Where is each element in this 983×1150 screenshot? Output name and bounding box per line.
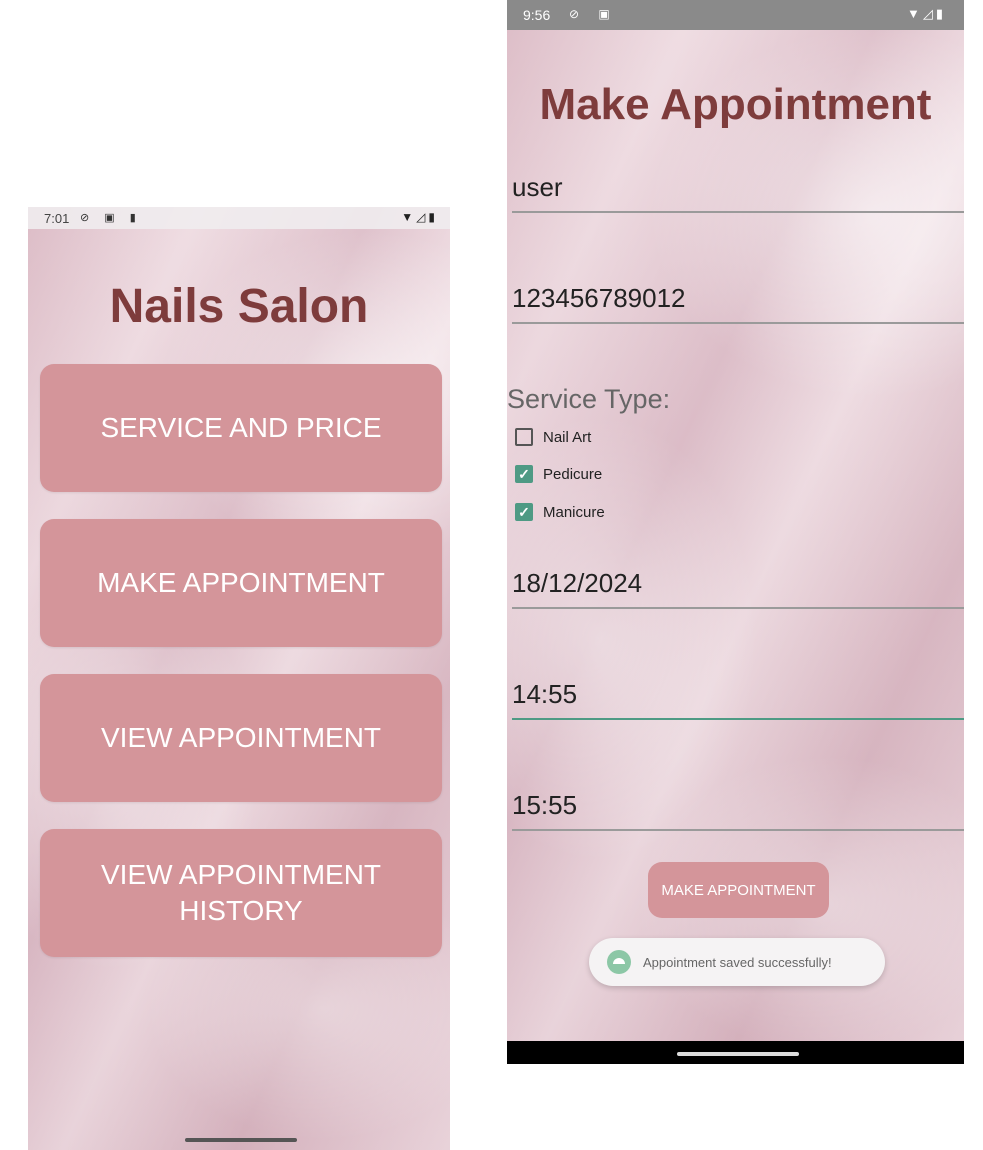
page-title: Nails Salon (109, 280, 369, 333)
start-time-value: 14:55 (512, 679, 578, 709)
toast-notification: Appointment saved successfully! (589, 938, 885, 986)
home-indicator[interactable] (677, 1052, 799, 1056)
service-and-price-button[interactable]: SERVICE AND PRICE (40, 364, 442, 492)
start-time-field[interactable]: 14:55 (512, 672, 964, 720)
status-time: 7:01 (44, 211, 70, 226)
notification-icons: ⊘ ▣ ▮ (80, 212, 142, 224)
phone-value: 123456789012 (512, 283, 686, 313)
app-icon (607, 950, 631, 974)
service-type-label: Service Type: (507, 384, 671, 414)
toast-message: Appointment saved successfully! (643, 954, 832, 970)
end-time-field[interactable]: 15:55 (512, 783, 964, 831)
date-field[interactable]: 18/12/2024 (512, 561, 964, 609)
navigation-bar (507, 1041, 964, 1064)
home-indicator[interactable] (185, 1138, 297, 1142)
page-title: Make Appointment (539, 80, 932, 129)
service-option-pedicure[interactable]: ✓ Pedicure (515, 461, 602, 487)
service-option-nail-art[interactable]: Nail Art (515, 424, 591, 450)
notification-icons: ⊘ ▣ (569, 7, 618, 21)
home-screen: 7:01 ⊘ ▣ ▮ ▼◿▮ Nails Salon SERVICE AND P… (28, 207, 450, 1150)
name-value: user (512, 172, 563, 202)
checkbox-label: Pedicure (543, 465, 603, 483)
make-appointment-screen: 9:56 ⊘ ▣ ▼◿▮ Make Appointment user 12345… (507, 0, 964, 1064)
name-field[interactable]: user (512, 165, 964, 213)
view-appointment-button[interactable]: VIEW APPOINTMENT (40, 674, 442, 802)
signal-battery-icons: ▼◿▮ (401, 210, 438, 224)
phone-field[interactable]: 123456789012 (512, 276, 964, 324)
checkbox-label: Manicure (543, 503, 605, 521)
checkbox-pedicure[interactable]: ✓ (515, 465, 533, 483)
service-option-manicure[interactable]: ✓ Manicure (515, 499, 605, 525)
checkbox-manicure[interactable]: ✓ (515, 503, 533, 521)
status-bar: 9:56 ⊘ ▣ ▼◿▮ (507, 0, 964, 30)
end-time-value: 15:55 (512, 790, 578, 820)
status-bar: 7:01 ⊘ ▣ ▮ ▼◿▮ (28, 207, 450, 229)
view-appointment-history-button[interactable]: VIEW APPOINTMENT HISTORY (40, 829, 442, 957)
make-appointment-button[interactable]: MAKE APPOINTMENT (40, 519, 442, 647)
date-value: 18/12/2024 (512, 568, 643, 598)
checkbox-nail-art[interactable] (515, 428, 533, 446)
status-time: 9:56 (523, 7, 551, 23)
signal-battery-icons: ▼◿▮ (906, 6, 946, 21)
checkbox-label: Nail Art (543, 428, 592, 446)
make-appointment-submit-button[interactable]: MAKE APPOINTMENT (648, 862, 829, 918)
